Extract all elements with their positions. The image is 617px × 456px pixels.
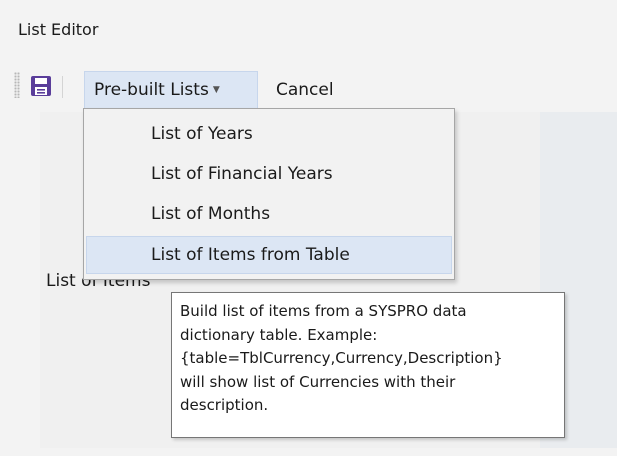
- tooltip-line: description.: [180, 396, 269, 414]
- tooltip-line: Build list of items from a SYSPRO data: [180, 302, 467, 320]
- menu-item-list-of-years[interactable]: List of Years: [86, 115, 452, 153]
- pre-built-lists-menu: List of Years List of Financial Years Li…: [83, 108, 455, 280]
- floppy-disk-icon: [31, 76, 51, 96]
- window-title: List Editor: [18, 20, 99, 39]
- tooltip-line: will show list of Currencies with their: [180, 372, 456, 391]
- menu-item-list-of-items-from-table[interactable]: List of Items from Table: [86, 236, 452, 274]
- tooltip: Build list of items from a SYSPRO data d…: [171, 292, 565, 438]
- pre-built-lists-button[interactable]: Pre-built Lists ▼: [84, 71, 258, 109]
- menu-item-list-of-months[interactable]: List of Months: [86, 195, 452, 233]
- tooltip-line: {table=TblCurrency,Currency,Description}: [180, 349, 503, 367]
- cancel-button[interactable]: Cancel: [268, 71, 342, 109]
- save-button[interactable]: [28, 73, 54, 99]
- list-editor-window: List Editor Pre-built Lists ▼ Cancel List…: [0, 0, 617, 456]
- toolbar-grip-handle[interactable]: [14, 72, 20, 98]
- menu-item-list-of-financial-years[interactable]: List of Financial Years: [86, 155, 452, 193]
- pre-built-lists-label: Pre-built Lists: [94, 80, 209, 100]
- caret-down-icon: ▼: [212, 85, 220, 95]
- tooltip-line: dictionary table. Example:: [180, 325, 378, 344]
- toolbar-separator: [62, 76, 63, 98]
